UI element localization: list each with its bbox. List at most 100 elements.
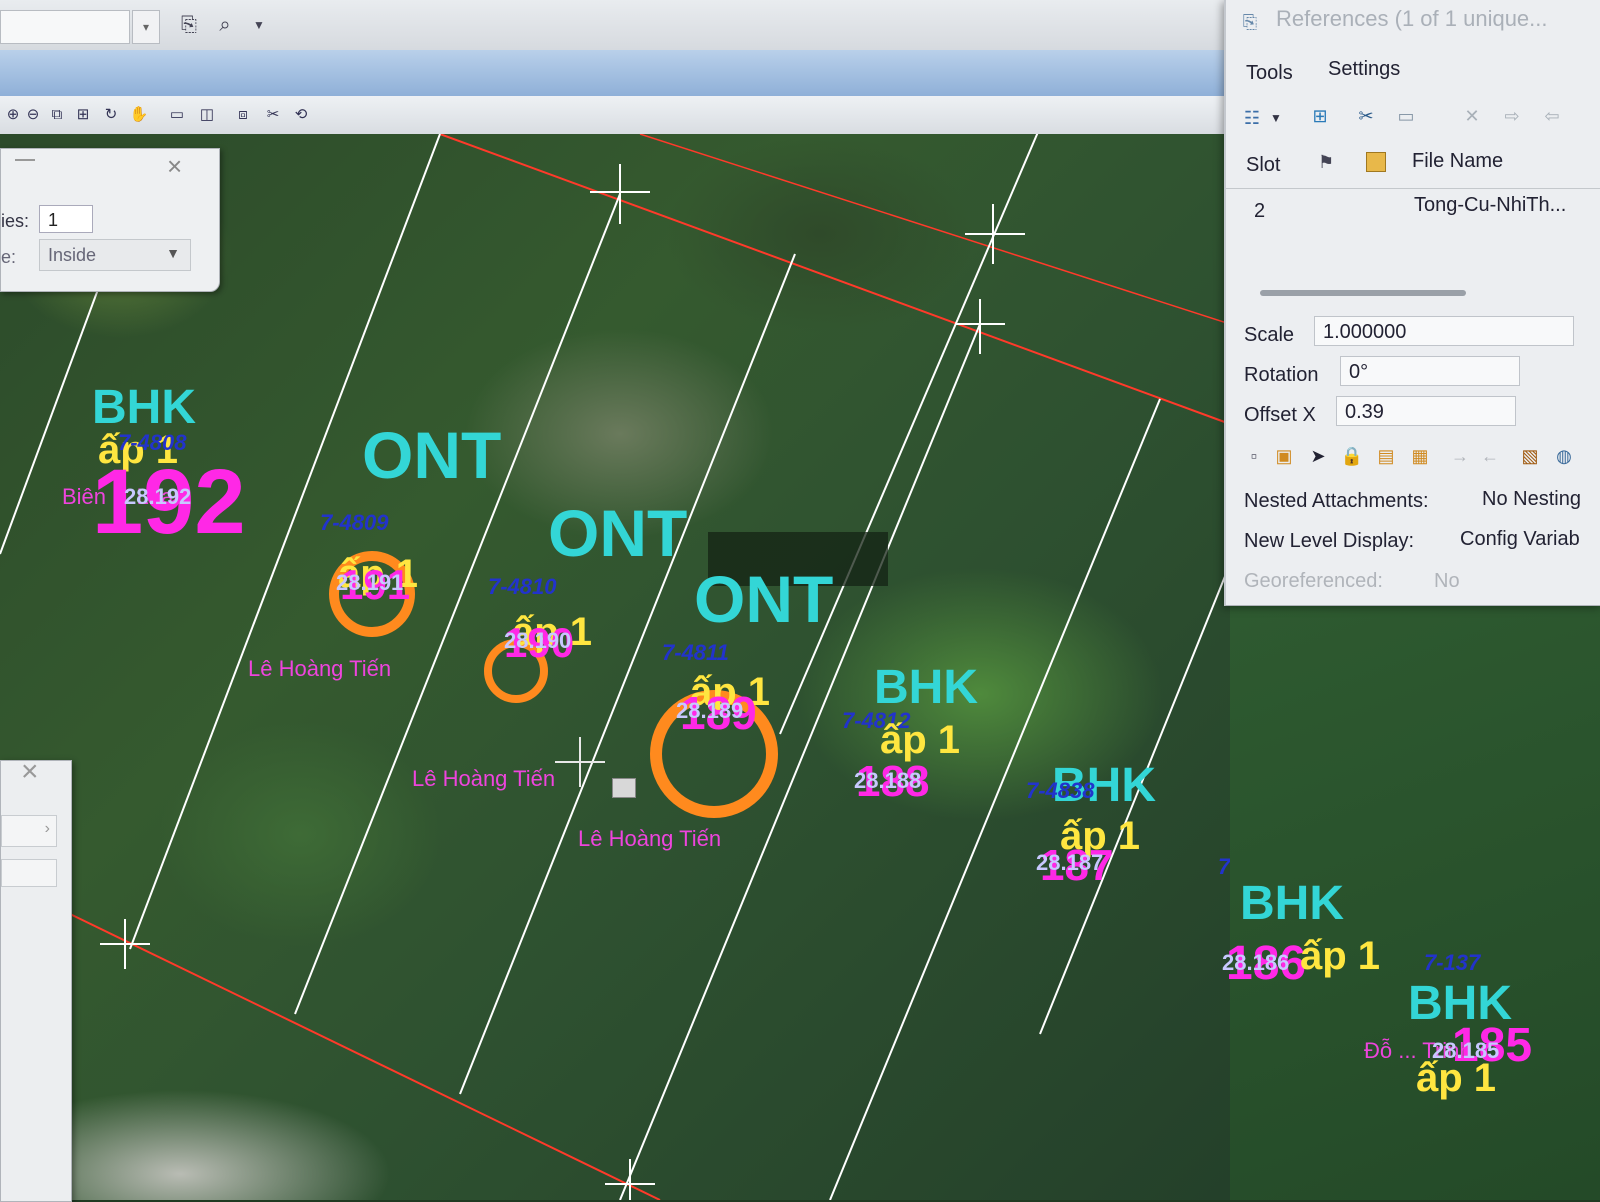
sheet-number: 7-137 — [1424, 950, 1481, 975]
offset-x-field[interactable]: 0.39 — [1336, 396, 1516, 426]
copy-view-icon[interactable]: ⧈ — [232, 104, 254, 126]
fit-view-icon[interactable]: ⊞ — [72, 104, 94, 126]
chevron-down-icon[interactable]: ▾ — [132, 10, 160, 44]
rotate-view-icon[interactable]: ↻ — [100, 104, 122, 126]
row-file-name: Tong-Cu-NhiTh... — [1414, 194, 1567, 216]
table-row[interactable]: 2 Tong-Cu-NhiTh... — [1226, 190, 1600, 230]
reference-attach-icon[interactable]: ⎘ — [176, 12, 202, 38]
land-use-label: ONT — [694, 562, 834, 636]
rotation-field[interactable]: 0° — [1340, 356, 1520, 386]
parcel-line — [0, 283, 101, 555]
owner-name: Lê Hoàng Tiến — [248, 656, 392, 681]
references-toolbar: ☷ ▼ ⊞ ✂ ▭ ✕ ⇨ ⇦ — [1226, 96, 1600, 142]
owner-name: Lê Hoàng Tiến — [412, 766, 556, 791]
new-level-display-value[interactable]: Config Variab — [1460, 528, 1580, 551]
view-previous-icon[interactable]: ◫ — [196, 104, 218, 126]
globe-icon[interactable]: ◍ — [1550, 442, 1578, 470]
attachment-options-toolbar: ▫ ▣ ➤ 🔒 ▤ ▦ → ← ▧ ◍ — [1240, 438, 1600, 474]
cursor-crosshair — [555, 737, 605, 787]
parcel-lines — [0, 134, 1230, 1200]
chevron-down-icon: ▼ — [166, 245, 180, 261]
close-icon[interactable]: × — [167, 151, 182, 182]
detach-reference-icon[interactable]: ✂ — [1352, 102, 1380, 130]
flag-icon[interactable]: ⚑ — [1318, 152, 1334, 173]
attach-reference-icon[interactable]: ⊞ — [1306, 102, 1334, 130]
parcel-area: 28.190 — [504, 628, 572, 653]
copies-field[interactable]: 1 — [39, 205, 93, 233]
boundary-line-top — [439, 134, 1230, 425]
map-view[interactable]: BHK ấp 1 7-4808 Biên ... Loan 192 28.192… — [0, 134, 1230, 1200]
zoom-in-icon[interactable]: ⊕ — [2, 104, 24, 126]
open-file-icon[interactable]: ▭ — [1392, 102, 1420, 130]
copy-icon[interactable]: ⇨ — [1498, 102, 1526, 130]
move-icon[interactable]: ✕ — [1458, 102, 1486, 130]
snap-icon[interactable]: ▣ — [1270, 442, 1298, 470]
sheet-number: 7-4810 — [488, 574, 557, 599]
references-icon: ⎘ — [1242, 12, 1258, 32]
splitter-handle[interactable] — [1260, 290, 1466, 296]
scale-label: Scale — [1244, 324, 1295, 346]
tool-settings-dialog: × ies: 1 e: Inside ▼ — [0, 148, 220, 292]
parcel-area: 28.188 — [854, 768, 922, 793]
nested-attachments-label: Nested Attachments: — [1244, 490, 1429, 512]
dialog-field[interactable] — [1, 859, 57, 887]
row-slot: 2 — [1254, 200, 1266, 222]
boundary-line-bottom — [69, 913, 661, 1200]
new-level-display-label: New Level Display: — [1244, 530, 1415, 552]
references-panel: ⎘ References (1 of 1 unique... Tools Set… — [1224, 0, 1600, 606]
column-file-name[interactable]: File Name — [1412, 150, 1503, 173]
nested-attachments-value[interactable]: No Nesting — [1482, 488, 1581, 511]
column-slot[interactable]: Slot — [1246, 154, 1280, 177]
land-use-label: BHK — [92, 381, 196, 434]
window-area-icon[interactable]: ▭ — [166, 104, 188, 126]
copies-label: ies: — [1, 211, 30, 231]
dropdown-arrow-icon[interactable]: ▼ — [246, 12, 272, 38]
hamlet-label: ấp 1 — [1416, 1056, 1497, 1100]
level-combo[interactable] — [0, 10, 130, 44]
georeferenced-value: No — [1434, 570, 1460, 592]
main-toolbar: ▾ ⎘ ⌕ ▼ — [0, 0, 1230, 51]
arrow-left-icon[interactable]: ← — [1476, 442, 1504, 470]
panel-title: References (1 of 1 unique... — [1276, 6, 1548, 31]
sheet-number: 7-4839 — [1218, 854, 1230, 879]
sheet-number: 7-4838 — [1026, 778, 1095, 803]
true-scale-icon[interactable]: ▤ — [1372, 442, 1400, 470]
raster-icon[interactable]: ▧ — [1516, 442, 1544, 470]
chevron-right-icon: › — [44, 820, 50, 837]
pan-hand-icon[interactable]: ✋ — [128, 104, 150, 126]
hamlet-label: ấp 1 — [880, 718, 961, 762]
mode-select[interactable]: Inside ▼ — [39, 239, 191, 271]
floating-dialog: × › — [0, 755, 72, 1202]
zoom-select-icon[interactable]: ⌕ — [212, 12, 238, 38]
rotation-label: Rotation — [1244, 364, 1319, 386]
display-toggle-icon[interactable]: ▫ — [1240, 442, 1268, 470]
menu-tools[interactable]: Tools — [1246, 62, 1293, 85]
close-icon[interactable]: × — [21, 755, 39, 789]
zoom-out-icon[interactable]: ⊖ — [22, 104, 44, 126]
minimize-icon[interactable] — [15, 159, 35, 161]
arrow-right-icon[interactable]: → — [1446, 442, 1474, 470]
land-use-label: ONT — [362, 418, 502, 492]
view-toolbar: ⊕ ⊖ ⧉ ⊞ ↻ ✋ ▭ ◫ ⧈ ✂ ⟲ — [0, 96, 1230, 135]
select-tool-icon[interactable]: ✂ — [262, 104, 284, 126]
display-icon[interactable] — [1366, 152, 1386, 172]
undo-icon[interactable]: ⇦ — [1538, 102, 1566, 130]
parcel-area: 28.187 — [1036, 850, 1104, 875]
dropdown-arrow-icon[interactable]: ▼ — [1262, 104, 1290, 132]
parcel-area: 28.186 — [1222, 950, 1290, 975]
locate-icon[interactable]: ➤ — [1304, 442, 1332, 470]
update-view-icon[interactable]: ⟲ — [290, 104, 312, 126]
scale-field[interactable]: 1.000000 — [1314, 316, 1574, 346]
mode-select-value: Inside — [48, 245, 97, 265]
menu-settings[interactable]: Settings — [1328, 58, 1400, 81]
line-style-icon[interactable]: ▦ — [1406, 442, 1434, 470]
parcel-area: 28.192 — [124, 484, 192, 509]
parcel-area: 28.189 — [676, 698, 744, 723]
dialog-field[interactable]: › — [1, 815, 57, 847]
sheet-number: 7-4811 — [662, 640, 729, 665]
land-use-label: BHK — [1240, 877, 1344, 930]
zoom-window-icon[interactable]: ⧉ — [46, 104, 68, 126]
lock-icon[interactable]: 🔒 — [1338, 442, 1366, 470]
owner-name: Lê Hoàng Tiến — [578, 826, 722, 851]
parcel-line — [779, 134, 1039, 735]
